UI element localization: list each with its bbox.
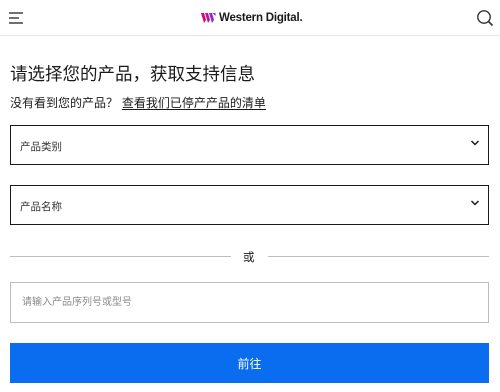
hamburger-menu-icon[interactable] (8, 9, 26, 27)
or-separator-text: 或 (243, 250, 255, 264)
wd-logo-mark-icon (201, 13, 216, 23)
subtitle-prefix: 没有看到您的产品？ (10, 96, 119, 110)
go-button[interactable]: 前往 (10, 343, 489, 383)
brand-name: Western Digital. (219, 12, 303, 24)
page-title: 请选择您的产品，获取支持信息 (10, 65, 255, 85)
subtitle: 没有看到您的产品？ 查看我们已停产产品的清单 (10, 94, 266, 111)
western-digital-logo[interactable]: Western Digital. (201, 10, 303, 26)
product-category-label: 产品类别 (20, 141, 62, 153)
search-icon[interactable] (476, 9, 494, 27)
divider-right (268, 256, 489, 257)
product-name-select[interactable]: 产品名称 (10, 185, 489, 225)
product-category-select[interactable]: 产品类别 (10, 125, 489, 165)
serial-number-input[interactable] (10, 282, 489, 323)
divider-left (10, 256, 231, 257)
chevron-down-icon (470, 140, 480, 146)
discontinued-products-link[interactable]: 查看我们已停产产品的清单 (122, 96, 266, 110)
chevron-down-icon (470, 200, 480, 206)
product-name-label: 产品名称 (20, 201, 62, 213)
site-header: Western Digital. (0, 0, 500, 36)
